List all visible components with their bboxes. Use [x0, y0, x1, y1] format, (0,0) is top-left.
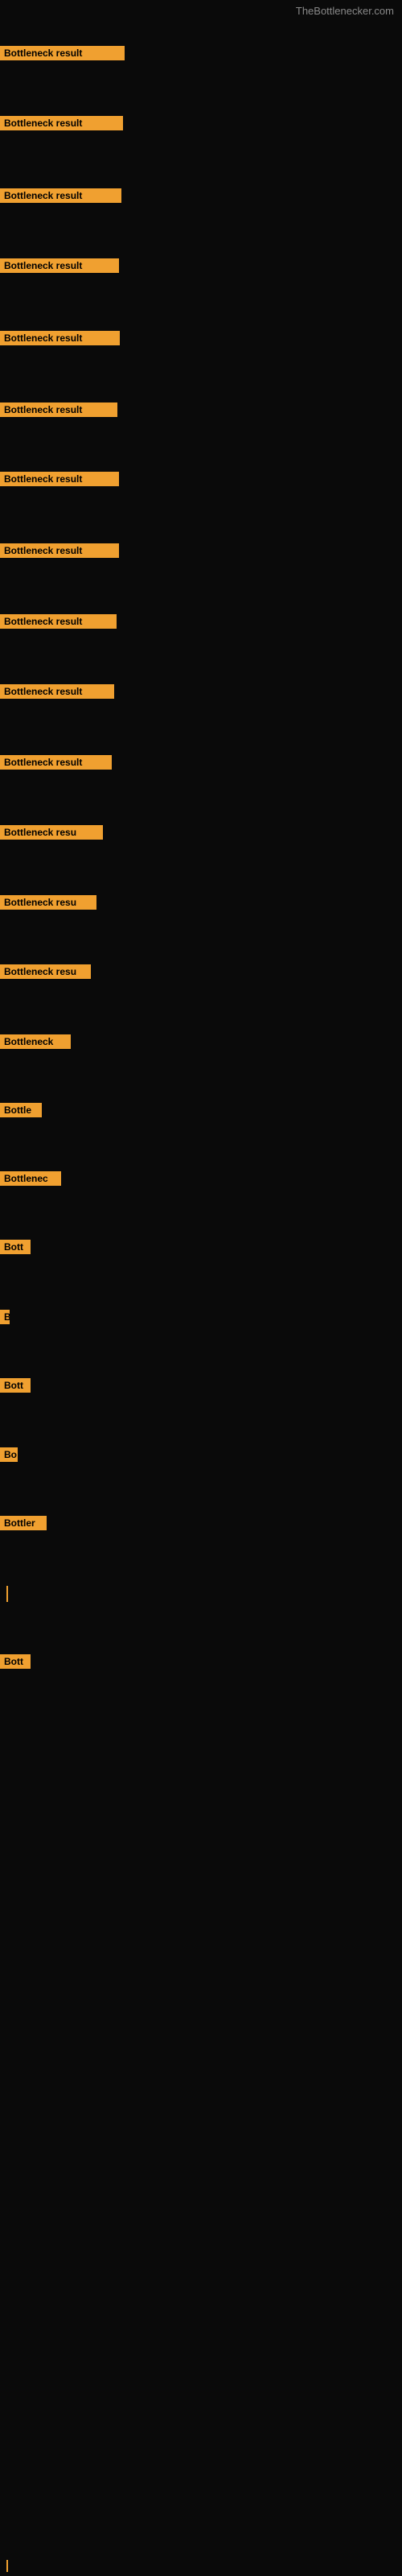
bottleneck-label-19: Bott [0, 1378, 31, 1393]
bottleneck-label-0: Bottleneck result [0, 46, 125, 60]
bottleneck-label-11: Bottleneck resu [0, 825, 103, 840]
bottleneck-label-10: Bottleneck result [0, 755, 112, 770]
bottleneck-label-16: Bottlenec [0, 1171, 61, 1186]
small-bar-bottom [6, 2560, 8, 2572]
bottleneck-label-3: Bottleneck result [0, 258, 119, 273]
bottleneck-label-2: Bottleneck result [0, 188, 121, 203]
bottleneck-label-21: Bottler [0, 1516, 47, 1530]
bottleneck-label-8: Bottleneck result [0, 614, 117, 629]
bottleneck-label-7: Bottleneck result [0, 543, 119, 558]
site-title: TheBottlenecker.com [296, 5, 394, 17]
bottleneck-label-12: Bottleneck resu [0, 895, 96, 910]
bottleneck-label-20: Bo [0, 1447, 18, 1462]
bottleneck-label-15: Bottle [0, 1103, 42, 1117]
bottleneck-label-6: Bottleneck result [0, 472, 119, 486]
bottleneck-label-18: B [0, 1310, 10, 1324]
bottleneck-label-17: Bott [0, 1240, 31, 1254]
bottleneck-label-9: Bottleneck result [0, 684, 114, 699]
small-bar [6, 1586, 8, 1602]
bottleneck-label-23: Bott [0, 1654, 31, 1669]
bottleneck-label-14: Bottleneck [0, 1034, 71, 1049]
bottleneck-label-5: Bottleneck result [0, 402, 117, 417]
bottleneck-label-13: Bottleneck resu [0, 964, 91, 979]
bottleneck-label-4: Bottleneck result [0, 331, 120, 345]
bottleneck-label-1: Bottleneck result [0, 116, 123, 130]
